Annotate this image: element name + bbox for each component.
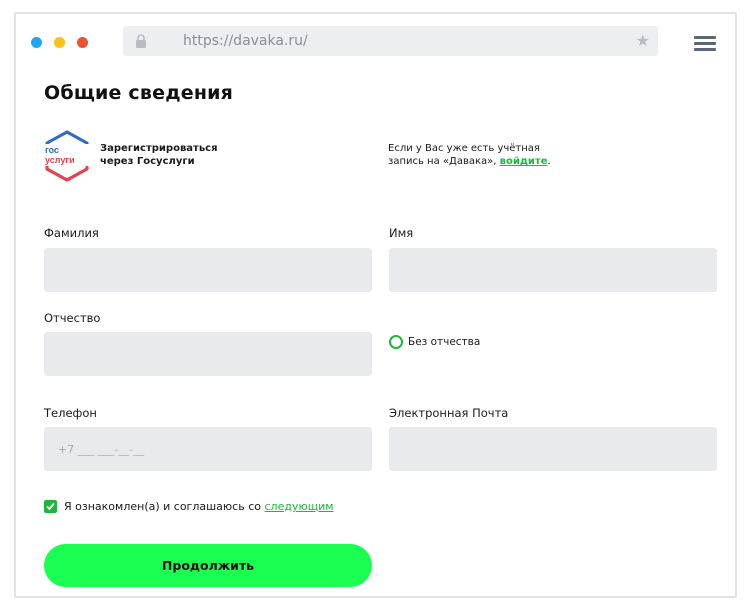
name-label: Имя	[389, 226, 414, 240]
continue-button[interactable]: Продолжить	[44, 544, 372, 587]
patronymic-input[interactable]	[44, 332, 372, 376]
phone-label: Телефон	[44, 406, 97, 420]
email-label: Электронная Почта	[389, 406, 509, 420]
gosuslugi-logo-icon[interactable]: гос услуги	[44, 130, 90, 182]
hamburger-menu-icon[interactable]	[694, 36, 716, 52]
phone-input[interactable]	[44, 427, 372, 471]
lock-icon	[136, 34, 146, 48]
browser-window: https://davaka.ru/ ★ Общие сведения гос …	[14, 12, 737, 598]
login-note: Если у Вас уже есть учётная запись на «Д…	[388, 143, 551, 167]
agreement-link[interactable]: следующим	[264, 500, 333, 513]
name-input[interactable]	[389, 248, 717, 292]
agreement-text: Я ознакомлен(а) и соглашаюсь со следующи…	[64, 500, 334, 513]
star-icon[interactable]: ★	[636, 31, 650, 51]
no-patronymic-radio[interactable]	[389, 335, 403, 349]
svg-text:гос: гос	[45, 145, 59, 155]
window-maximize-dot[interactable]	[77, 37, 88, 48]
browser-toolbar: https://davaka.ru/ ★	[16, 14, 735, 72]
gosuslugi-register-link[interactable]: Зарегистрироваться через Госуслуги	[100, 142, 250, 168]
checkmark-icon	[46, 502, 55, 511]
agreement-checkbox[interactable]	[44, 500, 57, 513]
no-patronymic-label[interactable]: Без отчества	[408, 336, 480, 348]
surname-label: Фамилия	[44, 226, 99, 240]
svg-text:услуги: услуги	[45, 155, 75, 165]
window-minimize-dot[interactable]	[54, 37, 65, 48]
patronymic-label: Отчество	[44, 311, 101, 325]
surname-input[interactable]	[44, 248, 372, 292]
window-close-dot[interactable]	[31, 37, 42, 48]
address-bar[interactable]: https://davaka.ru/ ★	[123, 26, 658, 56]
email-input[interactable]	[389, 427, 717, 471]
page-title: Общие сведения	[44, 82, 234, 104]
login-link[interactable]: войдите	[500, 156, 548, 167]
url-text[interactable]: https://davaka.ru/	[183, 33, 308, 49]
